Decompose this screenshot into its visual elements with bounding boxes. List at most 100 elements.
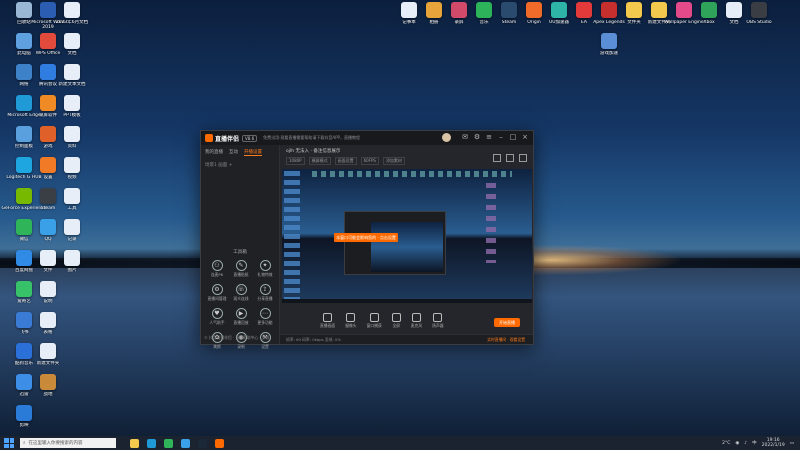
tab-live-settings[interactable]: 开播设置 [244, 149, 262, 156]
source-control-icon [411, 313, 421, 322]
source-controls: 直播画面 摄像头 窗口捕获 全屏 麦克风 扬声器 [320, 313, 444, 329]
desktop-icon-image [40, 374, 56, 390]
steam-icon[interactable] [198, 438, 207, 448]
source-control-icon [433, 313, 443, 322]
tool-label: 录制 [237, 344, 245, 349]
preview-taskbar [282, 299, 532, 303]
tab-interaction[interactable]: 互动 [229, 149, 238, 156]
ime-indicator[interactable]: 中 [752, 440, 757, 446]
fullscreen-icon[interactable] [506, 154, 514, 162]
tool-icon: ⚙ [211, 284, 223, 295]
start-live-button[interactable]: 开始直播 [494, 318, 520, 327]
desktop-icon-label: 图片 [67, 268, 77, 273]
tool-item[interactable]: ✎ 直播贴纸 [229, 260, 253, 278]
menu-icon[interactable]: ≡ [485, 133, 493, 141]
desktop-icon-image [64, 219, 80, 235]
desktop-icon-label: 文档 [67, 51, 77, 56]
source-control[interactable]: 全屏 [391, 313, 401, 329]
tab-my-live[interactable]: 我的直播 [205, 149, 223, 156]
orientation-option[interactable]: 横屏模式 [308, 157, 331, 165]
desktop-icon-label: 工具 [67, 206, 77, 211]
tool-item[interactable]: ♥ 人气助手 [205, 308, 229, 326]
add-material-option[interactable]: 添加素材 [382, 157, 405, 165]
tool-item[interactable]: ⚙ 直播间管理 [205, 284, 229, 302]
title-bar[interactable]: 直播伴侣 V8.6 免费试用·观看直播需要帮助请下载抖音APP，直播教程 ✉ ⚙… [201, 131, 533, 145]
volume-icon[interactable]: ♪ [744, 441, 747, 446]
message-icon[interactable]: ✉ [461, 133, 469, 141]
more-icon[interactable] [519, 154, 527, 162]
minimize-icon[interactable]: – [497, 133, 505, 141]
source-control-label: 麦克风 [410, 323, 423, 328]
scene-row[interactable]: 场景1 画面 + [201, 160, 279, 170]
footer-stats: 帧率: 60 码率: 0kbps 丢帧: 0% [286, 337, 341, 342]
tool-item[interactable]: ☏ 观众连线 [229, 284, 253, 302]
source-control[interactable]: 麦克风 [411, 313, 422, 329]
notification-icon[interactable]: ▭ [790, 441, 794, 446]
system-tray: 2°C ◉ ♪ 中 19:16 2022/1/19 ▭ [722, 438, 794, 448]
desktop-icon-image [64, 2, 80, 18]
live-preview[interactable]: 本窗口可能会影响您的 · 点击设置 [282, 169, 532, 303]
nested-window [344, 211, 446, 275]
qq-icon[interactable] [181, 438, 190, 448]
pinned-apps [130, 438, 224, 448]
tool-label: 连麦PK [210, 272, 224, 277]
tool-icon: ▶ [235, 308, 247, 319]
file-explorer-icon[interactable] [130, 438, 139, 448]
tool-icon: ✦ [259, 260, 271, 271]
tool-icon: ⋯ [259, 308, 271, 319]
desktop-icon-label: OBS Studio [746, 20, 772, 25]
source-control[interactable]: 直播画面 [320, 313, 335, 329]
tool-item[interactable]: ⚇ 连麦PK [205, 260, 229, 278]
left-footer[interactable]: © 抖音直播伴侣 · 直播帮助中心 · 反馈 [204, 335, 269, 341]
wechat-icon[interactable] [164, 438, 173, 448]
resolution-option[interactable]: 1080P [286, 157, 305, 165]
source-control[interactable]: 摄像头 [345, 313, 357, 329]
fps-option[interactable]: 60FPS [360, 157, 379, 165]
preview-desktop-icons [284, 171, 300, 301]
search-box[interactable]: ⌕ 在这里输入你要搜索的内容 [20, 438, 116, 448]
tool-label: 设置 [261, 344, 269, 349]
tool-item[interactable]: ⇪ 分享直播 [253, 284, 277, 302]
search-icon: ⌕ [23, 441, 26, 446]
clock-date: 2022/1/19 [761, 443, 785, 448]
tool-item[interactable]: ⋯ 更多功能 [253, 308, 277, 326]
preview-toast[interactable]: 本窗口可能会影响您的 · 点击设置 [334, 233, 398, 242]
weather-temp[interactable]: 2°C [722, 441, 730, 446]
desktop-icon[interactable]: 游戏加速 [585, 33, 633, 73]
settings-icon[interactable]: ⚙ [473, 133, 481, 141]
footer-hint[interactable]: 实时直播间 · 观看设置 [487, 335, 525, 344]
toolbox-title: 工具箱 [233, 250, 247, 255]
source-control-icon [323, 313, 333, 322]
share-icon[interactable] [493, 154, 501, 162]
avatar[interactable] [442, 133, 451, 142]
desktop-icon-label: 游戏加速 [600, 51, 618, 56]
desktop-icon-image [40, 281, 56, 297]
start-button[interactable] [4, 438, 14, 448]
desktop-icon-image [64, 157, 80, 173]
source-control[interactable]: 窗口捕获 [367, 313, 382, 329]
title-text: 免费试用·观看直播需要帮助请下载抖音APP，直播教程 [263, 135, 360, 140]
desktop-icon-image [64, 64, 80, 80]
clock[interactable]: 19:16 2022/1/19 [762, 438, 785, 448]
tool-label: 礼物特效 [257, 272, 273, 277]
live-companion-icon[interactable] [215, 438, 224, 448]
preview-right-icons [486, 183, 496, 263]
source-control-label: 窗口捕获 [366, 323, 382, 328]
desktop-icon[interactable]: OBS Studio [735, 2, 783, 42]
source-control-label: 全屏 [392, 323, 401, 328]
maximize-icon[interactable]: □ [509, 133, 517, 141]
close-icon[interactable]: × [521, 133, 529, 141]
tool-icon: ✎ [235, 260, 247, 271]
tool-item[interactable]: ▶ 直播回放 [229, 308, 253, 326]
tool-label: 分享直播 [257, 296, 273, 301]
source-control[interactable]: 扬声器 [432, 313, 444, 329]
tool-item[interactable]: ✦ 礼物特效 [253, 260, 277, 278]
desktop-icon-label: 战地 [43, 392, 53, 397]
desktop-icon-label: 视频 [67, 175, 77, 180]
left-panel: 我的直播 互动 开播设置 场景1 画面 + 工具箱 ⚇ 连麦PK ✎ 直播贴纸 ✦ 礼物特… [201, 145, 280, 349]
edge-icon[interactable] [147, 438, 156, 448]
network-icon[interactable]: ◉ [735, 441, 739, 446]
picture-settings-option[interactable]: 画面设置 [334, 157, 357, 165]
desktop-icon-label: 说明 [43, 299, 53, 304]
live-companion-window[interactable]: 直播伴侣 V8.6 免费试用·观看直播需要帮助请下载抖音APP，直播教程 ✉ ⚙… [200, 130, 534, 349]
